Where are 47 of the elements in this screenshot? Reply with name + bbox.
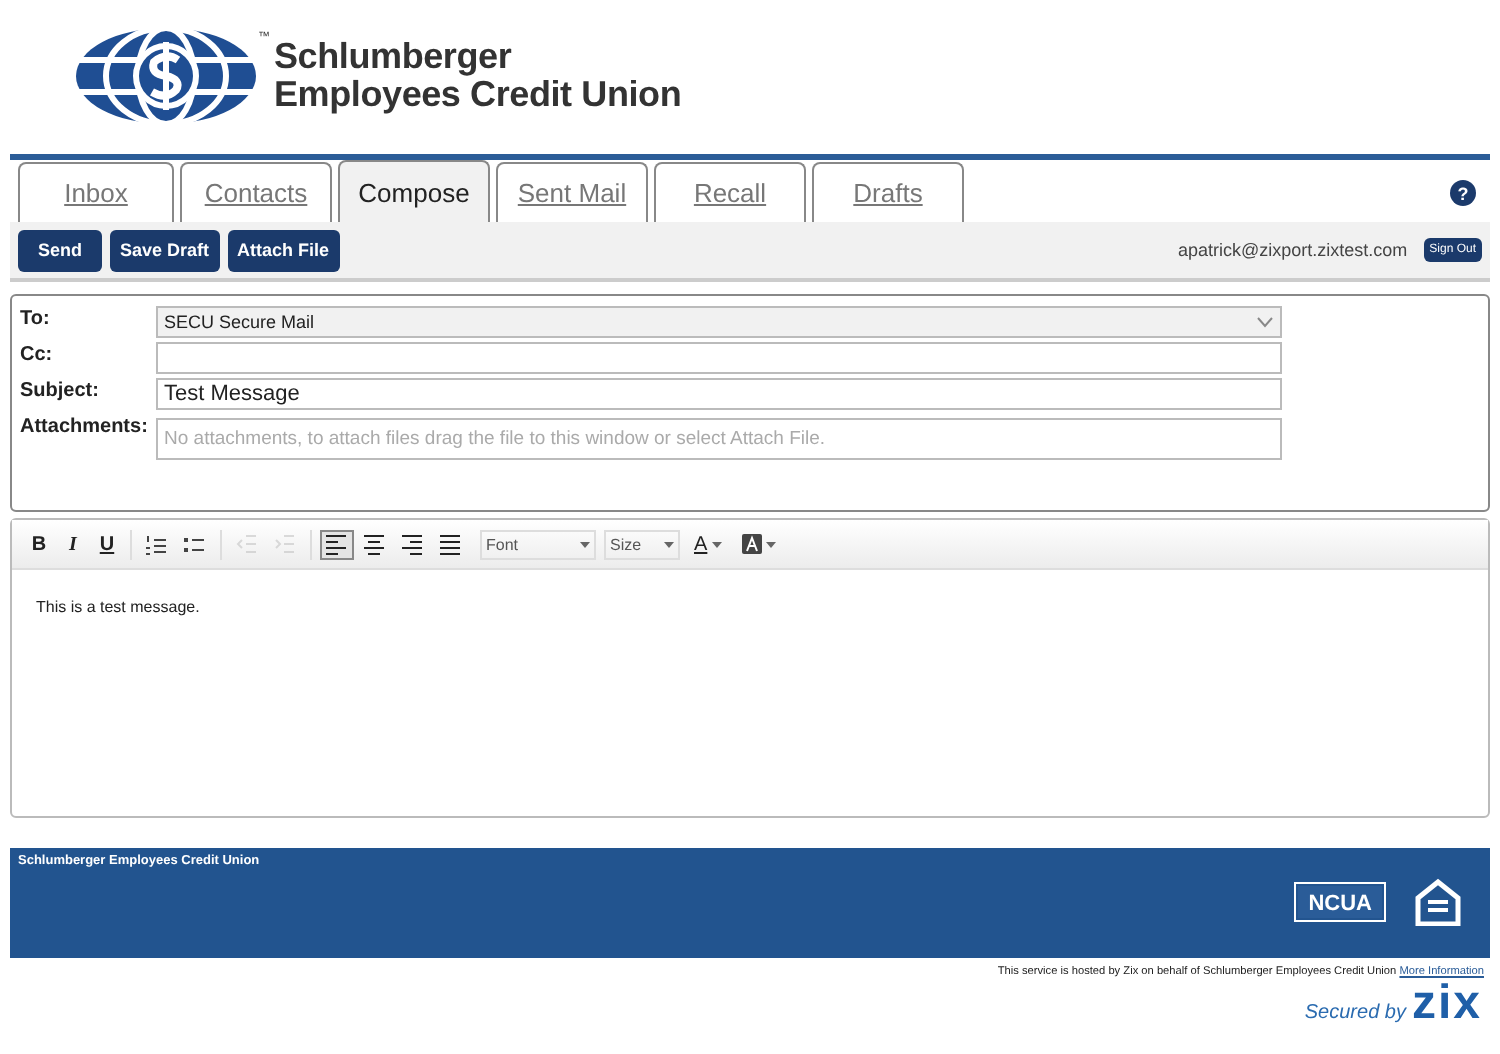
format-button[interactable]: U xyxy=(92,529,122,559)
align-left-icon xyxy=(326,533,348,555)
text-field[interactable] xyxy=(156,342,1282,374)
help-icon[interactable]: ? xyxy=(1450,180,1476,206)
text-color-button[interactable]: A xyxy=(688,529,728,559)
chevron-down-icon xyxy=(1256,316,1274,328)
logo-name: Employees Credit Union xyxy=(274,76,682,114)
indent-icon xyxy=(274,533,296,555)
align-left-button[interactable] xyxy=(320,529,354,559)
format-button[interactable]: I xyxy=(58,529,88,559)
tab[interactable]: Inbox xyxy=(18,162,174,222)
align-center-icon xyxy=(364,533,386,555)
highlight-icon xyxy=(741,534,762,554)
action-button[interactable]: Attach File xyxy=(227,229,340,271)
tab[interactable]: Recall xyxy=(654,162,806,222)
user-email: apatrick@zixport.zixtest.com xyxy=(1177,240,1408,260)
field-label: To: xyxy=(20,306,52,330)
dropdown-button[interactable]: Size xyxy=(604,529,680,559)
numbered-list-icon xyxy=(146,533,168,555)
tab[interactable]: Compose xyxy=(338,160,490,222)
field-label: Cc: xyxy=(20,342,55,366)
caret-icon xyxy=(580,541,590,547)
tab[interactable]: Drafts xyxy=(812,162,964,222)
caret-icon xyxy=(711,541,722,547)
dropdown-button[interactable]: Font xyxy=(480,529,596,559)
bullet-list-icon xyxy=(184,533,206,555)
justify-icon xyxy=(440,533,462,555)
caret-icon xyxy=(765,541,776,547)
recipient-select[interactable]: SECU Secure Mail xyxy=(156,306,1282,338)
align-right-icon xyxy=(402,533,424,555)
action-button[interactable]: Save Draft xyxy=(110,229,220,271)
tab[interactable]: Sent Mail xyxy=(496,162,648,222)
outdent-icon xyxy=(236,533,258,555)
ncua-badge: NCUA xyxy=(1294,882,1386,922)
format-button[interactable]: B xyxy=(24,529,54,559)
house-icon xyxy=(1414,878,1462,926)
globe-dollar-icon xyxy=(74,26,258,126)
action-button[interactable]: Send xyxy=(18,229,103,271)
text-field[interactable]: Test Message xyxy=(156,378,1282,410)
field-label: Subject: xyxy=(20,378,101,402)
logo-name: Schlumberger xyxy=(274,38,514,76)
zix-logo: zix xyxy=(1411,982,1482,1026)
caret-icon xyxy=(664,541,674,547)
field-label: Attachments: xyxy=(20,414,150,438)
tab[interactable]: Contacts xyxy=(180,162,332,222)
secured-by-label: Secured by xyxy=(1304,1002,1406,1024)
message-body[interactable]: This is a test message. xyxy=(12,570,1488,816)
